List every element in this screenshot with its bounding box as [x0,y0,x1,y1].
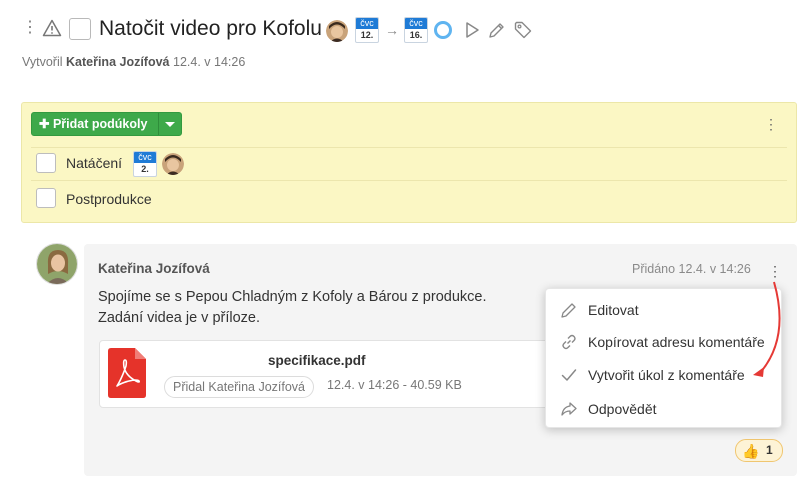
created-by[interactable]: Kateřina Jozífová [66,55,170,69]
subtask-date-badge[interactable]: čvc 2. [133,151,157,177]
created-meta: Vytvořil Kateřina Jozífová 12.4. v 14:26 [22,55,245,69]
subtask-assignee-avatar[interactable] [162,153,184,175]
attachment-card[interactable] [99,340,559,408]
menu-item-create-task[interactable]: Vytvořit úkol z komentáře [546,359,783,391]
comment-date: Přidáno 12.4. v 14:26 [632,262,751,276]
task-title[interactable]: Natočit video pro Kofolu [99,15,322,43]
subtask-label[interactable]: Natáčení [66,155,122,171]
start-date-day: 12. [360,30,374,40]
date-range-arrow: → [385,22,399,38]
status-circle-icon[interactable] [433,20,453,40]
attachment-info: 12.4. v 14:26 - 40.59 KB [327,378,462,392]
task-more-icon[interactable]: ⋮ [22,18,38,38]
comment-text-line: Spojíme se s Pepou Chladným z Kofoly a B… [98,289,487,305]
link-icon [560,333,578,351]
play-icon[interactable] [462,20,482,40]
thumbs-up-icon: 👍 [742,443,760,459]
add-subtasks-label: Přidat podúkoly [52,117,148,131]
subtasks-more-icon[interactable]: ⋮ [764,114,778,134]
due-date-day: 16. [409,30,423,40]
attachment-uploader-chip: Přidal Kateřina Jozífová [164,376,315,398]
menu-item-edit[interactable]: Editovat [546,294,783,326]
comment-author[interactable]: Kateřina Jozífová [98,261,210,276]
due-date-month: čvc [405,18,427,29]
like-reaction-button[interactable]: 👍 1 [735,439,783,462]
pencil-icon [560,301,578,319]
start-date-badge[interactable]: čvc 12. [355,17,379,43]
subtask-label[interactable]: Postprodukce [66,191,152,207]
menu-item-label: Vytvořit úkol z komentáře [588,367,745,383]
comment-text-line: Zadání videa je v příloze. [98,310,261,326]
subtask-checkbox[interactable] [36,188,56,208]
created-prefix: Vytvořil [22,55,63,69]
subtask-date-day: 2. [141,164,149,174]
attachment-name[interactable]: specifikace.pdf [268,353,366,368]
menu-item-label: Odpovědět [588,401,657,417]
comment-context-menu: Editovat Kopírovat adresu komentáře Vytv… [545,288,782,428]
add-subtasks-button[interactable]: ✚ Přidat podúkoly [31,112,182,136]
due-date-badge[interactable]: čvc 16. [404,17,428,43]
divider [31,147,787,148]
like-count: 1 [766,443,773,457]
start-date-month: čvc [356,18,378,29]
task-complete-checkbox[interactable] [69,18,91,40]
menu-item-label: Kopírovat adresu komentáře [588,334,765,350]
menu-item-reply[interactable]: Odpovědět [546,393,783,425]
subtask-checkbox[interactable] [36,153,56,173]
plus-icon: ✚ [39,117,50,131]
pdf-file-icon[interactable] [108,348,146,398]
menu-item-copy-link[interactable]: Kopírovat adresu komentáře [546,326,783,358]
reply-icon [560,400,578,418]
menu-item-label: Editovat [588,302,639,318]
tag-icon[interactable] [513,20,533,40]
assignee-avatar[interactable] [326,20,348,42]
edit-pencil-icon[interactable] [487,20,507,40]
subtask-date-month: čvc [134,152,156,163]
divider [31,180,787,181]
warning-icon[interactable] [42,19,62,37]
add-subtasks-dropdown-icon[interactable] [165,122,175,127]
check-icon [560,366,578,384]
annotation-arrow [750,278,790,382]
created-when: 12.4. v 14:26 [173,55,246,69]
comment-author-avatar[interactable] [36,243,78,285]
